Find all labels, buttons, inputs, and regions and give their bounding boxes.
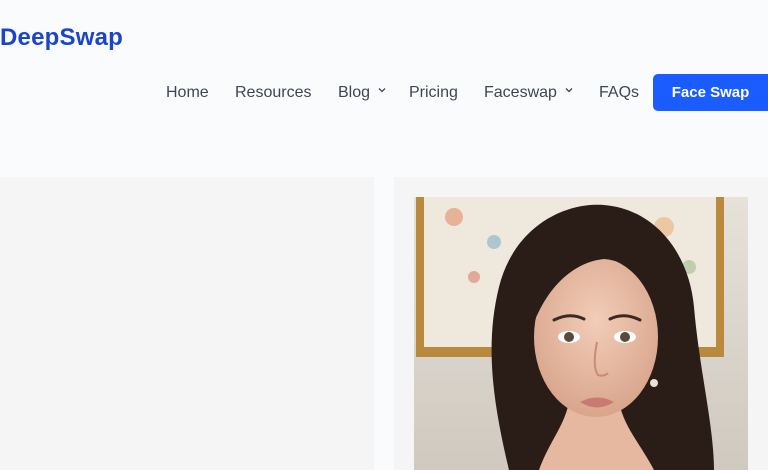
nav-item-label: Blog xyxy=(338,84,371,101)
nav-item-label: Faceswap xyxy=(484,84,557,101)
nav-item-label: Resources xyxy=(235,84,312,101)
nav-item-label: FAQs xyxy=(599,84,640,101)
face-swap-button[interactable]: Face Swap xyxy=(653,74,768,111)
portrait-photo-icon xyxy=(414,197,748,470)
chevron-down-icon xyxy=(379,87,386,93)
nav-item-faceswap[interactable]: Faceswap xyxy=(484,74,573,111)
portrait-image xyxy=(414,197,748,470)
nav-item-resources[interactable]: Resources xyxy=(235,74,311,111)
content-panel-left xyxy=(0,177,374,470)
nav-item-home[interactable]: Home xyxy=(166,74,209,111)
chevron-down-icon xyxy=(565,87,573,93)
site-header: DeepSwap Home Resources Blog Pricing Fac… xyxy=(0,0,768,150)
nav-item-label: Home xyxy=(166,84,209,101)
nav-item-label: Pricing xyxy=(409,84,458,101)
deepswap-logo[interactable]: DeepSwap xyxy=(0,24,123,52)
nav-item-pricing[interactable]: Pricing xyxy=(409,74,458,111)
nav-item-blog[interactable]: Blog xyxy=(338,74,386,111)
nav-item-faqs[interactable]: FAQs xyxy=(599,74,639,111)
